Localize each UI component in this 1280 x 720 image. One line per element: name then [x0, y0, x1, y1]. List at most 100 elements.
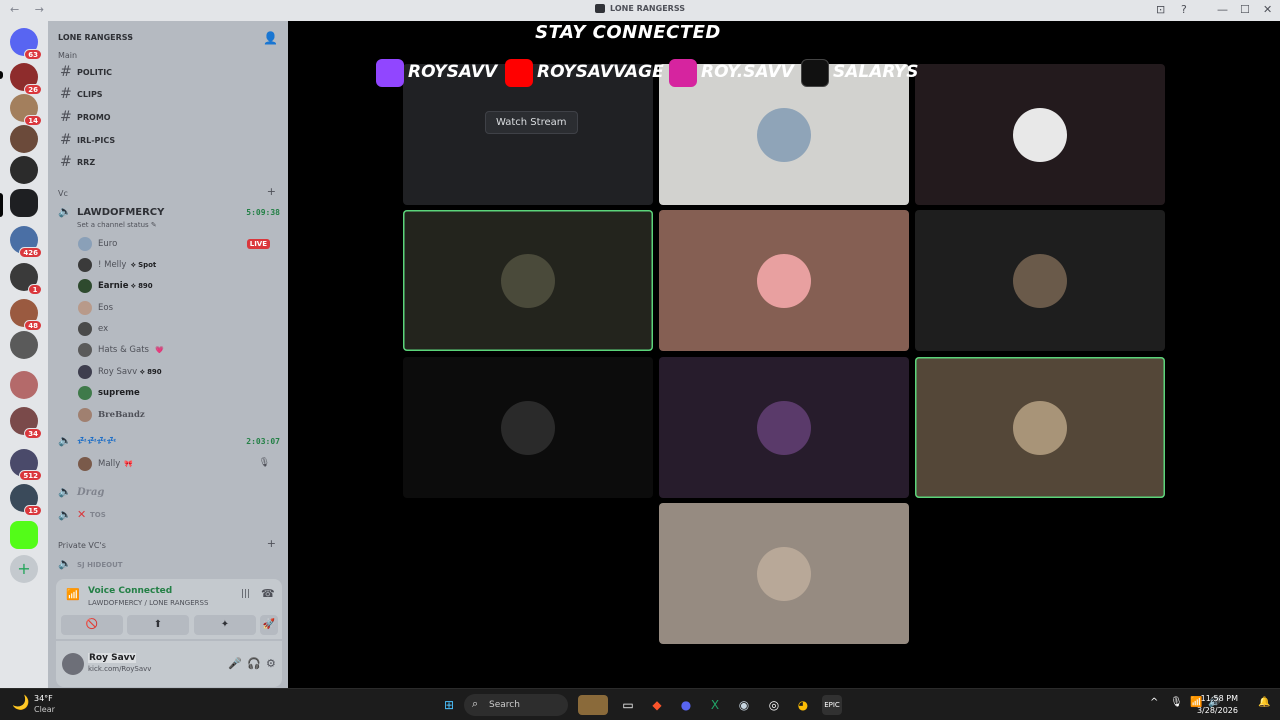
- channel-rrz[interactable]: # RRZ: [56, 153, 280, 173]
- avatar: [757, 401, 811, 455]
- category-vc[interactable]: Vc: [58, 189, 68, 198]
- watch-stream-button[interactable]: Watch Stream: [485, 111, 578, 134]
- participant-tile[interactable]: [915, 64, 1165, 205]
- inbox-icon[interactable]: ⊡: [1156, 3, 1165, 16]
- voice-member[interactable]: BreBandz: [78, 407, 278, 425]
- settings-icon[interactable]: ⚙: [266, 657, 276, 670]
- weather-temp[interactable]: 34°F: [34, 694, 53, 703]
- add-channel-icon[interactable]: +: [267, 185, 276, 198]
- voice-channel-sj-hideout[interactable]: 🔈 SJ HIDEOUT: [56, 556, 280, 574]
- steam-icon[interactable]: ◉: [734, 695, 754, 715]
- home-button[interactable]: 63: [10, 28, 42, 60]
- invite-icon[interactable]: 👤: [263, 31, 278, 45]
- server-icon[interactable]: [10, 156, 38, 184]
- disconnect-icon[interactable]: ☎: [261, 587, 275, 600]
- noise-suppression-icon[interactable]: |||: [241, 589, 250, 599]
- brave-icon[interactable]: ◆: [647, 695, 667, 715]
- soundboard-button[interactable]: 🚀: [260, 615, 278, 635]
- server-folder[interactable]: 1: [10, 263, 42, 295]
- maximize-button[interactable]: ☐: [1240, 3, 1250, 16]
- speaker-icon: 🔊: [58, 434, 72, 447]
- mic-tray-icon[interactable]: 🎙: [1170, 697, 1183, 708]
- camera-off-button[interactable]: 🚫: [61, 615, 123, 635]
- clock-date[interactable]: 3/28/2026: [1197, 706, 1238, 715]
- voice-member[interactable]: Euro LIVE: [78, 236, 278, 254]
- participant-tile[interactable]: [659, 210, 909, 351]
- participant-tile[interactable]: [403, 357, 653, 498]
- voice-member[interactable]: supreme: [78, 385, 278, 403]
- participant-tile[interactable]: [659, 357, 909, 498]
- server-folder[interactable]: 34: [10, 407, 42, 439]
- help-icon[interactable]: ?: [1181, 3, 1187, 16]
- signal-icon: 📶: [66, 588, 80, 601]
- voice-member[interactable]: Mally 🎀 🎙: [78, 456, 278, 474]
- minimize-button[interactable]: —: [1217, 3, 1228, 16]
- moon-icon[interactable]: 🌙: [12, 695, 29, 711]
- channel-politic[interactable]: # POLITIC: [56, 63, 280, 83]
- live-badge: LIVE: [246, 239, 270, 249]
- voice-channel-name: LAWDOFMERCY: [77, 207, 165, 218]
- clock-time[interactable]: 11:58 PM: [1201, 694, 1238, 703]
- discord-icon[interactable]: ●: [676, 695, 696, 715]
- server-folder[interactable]: [10, 371, 38, 399]
- start-icon[interactable]: ⊞: [439, 695, 459, 715]
- voice-status[interactable]: Voice Connected: [88, 586, 172, 596]
- voice-member[interactable]: Roy Savv ⟡ 890: [78, 364, 278, 382]
- server-icon[interactable]: [10, 331, 38, 359]
- close-button[interactable]: ✕: [1263, 3, 1272, 16]
- widget-icon[interactable]: [578, 695, 608, 715]
- server-folder[interactable]: 512: [10, 449, 42, 481]
- headset-icon[interactable]: 🎧: [247, 657, 261, 670]
- server-icon[interactable]: 14: [10, 94, 42, 126]
- add-channel-icon[interactable]: +: [267, 537, 276, 550]
- channel-clips[interactable]: # CLIPS: [56, 85, 280, 105]
- voice-channel-2[interactable]: 🔊 💤💤💤💤 2:03:07: [56, 433, 280, 451]
- voice-member[interactable]: ! Melly ⟡ Spot: [78, 257, 278, 275]
- weather-desc[interactable]: Clear: [34, 705, 55, 714]
- share-screen-button[interactable]: ⬆: [127, 615, 189, 635]
- channel-promo[interactable]: # PROMO: [56, 108, 280, 128]
- activities-button[interactable]: ✦: [194, 615, 256, 635]
- speaker-icon: 🔈: [58, 557, 72, 570]
- channel-status-hint[interactable]: Set a channel status ✎: [77, 221, 157, 229]
- mic-icon[interactable]: 🎤: [228, 657, 242, 670]
- server-icon[interactable]: [10, 125, 38, 153]
- participant-tile-speaking[interactable]: [403, 210, 653, 351]
- channel-irl-pics[interactable]: # IRL-PICS: [56, 131, 280, 151]
- voice-channel-path[interactable]: LAWDOFMERCY / LONE RANGERSS: [88, 599, 208, 607]
- file-explorer-icon[interactable]: ▭: [618, 695, 638, 715]
- server-icon[interactable]: 26: [10, 63, 42, 95]
- avatar: [78, 365, 92, 379]
- voice-channel-lawdofmercy[interactable]: 🔊 LAWDOFMERCY 5:09:38: [56, 204, 280, 222]
- server-folder[interactable]: 426: [10, 226, 42, 258]
- member-name: Mally: [98, 459, 121, 469]
- avatar[interactable]: [62, 653, 84, 675]
- voice-channel-tos[interactable]: 🔈 ✕ TOS: [56, 507, 280, 525]
- server-folder[interactable]: 15: [10, 484, 42, 516]
- obs-icon[interactable]: ◎: [764, 695, 784, 715]
- server-folder[interactable]: 48: [10, 299, 42, 331]
- add-server-icon[interactable]: +: [10, 555, 38, 583]
- social-handle: ROYSAVVAGE: [537, 62, 664, 82]
- participant-tile-speaking[interactable]: [915, 357, 1165, 498]
- chrome-icon[interactable]: ◕: [793, 695, 813, 715]
- excel-icon[interactable]: X: [705, 695, 725, 715]
- tray-overflow-icon[interactable]: ^: [1150, 697, 1158, 708]
- voice-member[interactable]: Hats & Gats 💗: [78, 342, 278, 360]
- username[interactable]: Roy Savv: [88, 653, 137, 663]
- taskbar-search[interactable]: ⌕ Search: [464, 694, 568, 716]
- participant-tile[interactable]: [915, 210, 1165, 351]
- voice-member[interactable]: ex: [78, 321, 278, 339]
- server-icon-selected[interactable]: [10, 189, 38, 217]
- kick-server-icon[interactable]: [10, 521, 38, 549]
- participant-tile[interactable]: [659, 503, 909, 644]
- category-private-vcs[interactable]: Private VC's: [58, 541, 106, 550]
- voice-member[interactable]: Earnie ⟡ 890: [78, 278, 278, 296]
- voice-channel-drag[interactable]: 🔈 Drag: [56, 484, 280, 502]
- guild-header[interactable]: LONE RANGERSS ⌄ 👤: [48, 21, 288, 55]
- youtube-social: ROYSAVVAGE: [505, 57, 664, 89]
- voice-member[interactable]: Eos: [78, 300, 278, 318]
- notification-icon[interactable]: 🔔: [1258, 697, 1270, 708]
- category-main[interactable]: Main: [58, 51, 77, 60]
- epic-games-icon[interactable]: EPIC: [822, 695, 842, 715]
